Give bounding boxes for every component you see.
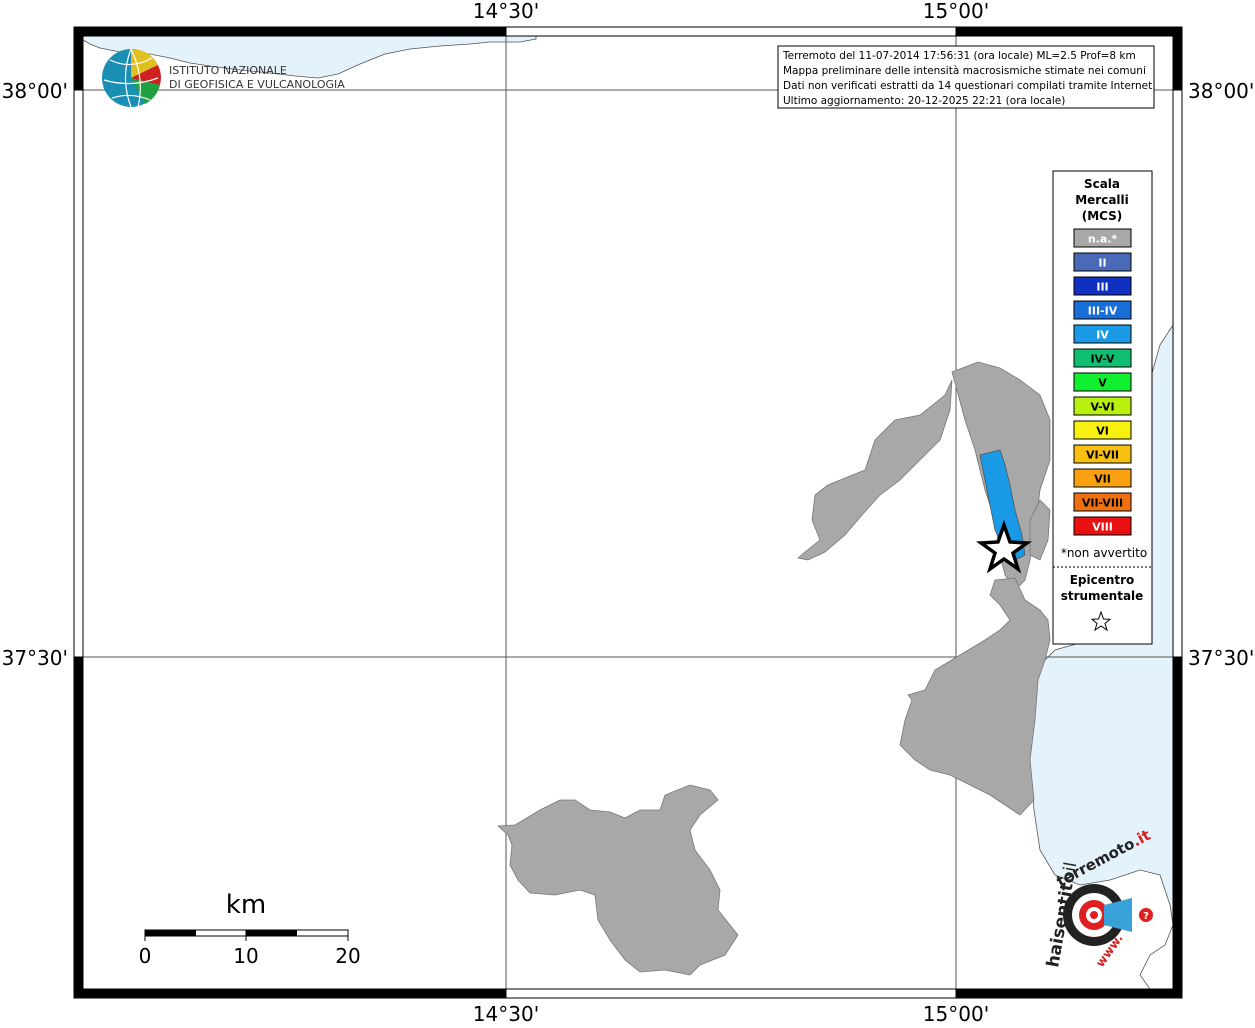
logo-line2: DI GEOFISICA E VULCANOLOGIA — [169, 78, 345, 91]
axis-label-left-1: 38°00' — [2, 79, 68, 103]
legend-title-3: (MCS) — [1082, 209, 1123, 223]
scale-tick-20: 20 — [335, 944, 360, 968]
legend-footnote: *non avvertito — [1061, 546, 1147, 560]
legend-title-1: Scala — [1084, 177, 1120, 191]
legend-swatch-label: VI-VII — [1086, 449, 1119, 462]
legend-title-2: Mercalli — [1075, 193, 1129, 207]
legend-swatch-label: VIII — [1092, 521, 1113, 534]
axis-label-top-2: 15°00' — [923, 0, 989, 23]
legend: Scala Mercalli (MCS) n.a.*IIIIIIII-IVIVI… — [1052, 170, 1153, 645]
axis-label-bottom-2: 15°00' — [923, 1002, 989, 1024]
axis-label-top-1: 14°30' — [473, 0, 539, 23]
logo-line1: ISTITUTO NAZIONALE — [169, 64, 287, 77]
legend-swatch-label: VI — [1096, 425, 1109, 438]
info-box: Terremoto del 11-07-2014 17:56:31 (ora l… — [777, 45, 1156, 109]
legend-swatch-label: III — [1096, 281, 1108, 294]
info-line3: Dati non verificati estratti da 14 quest… — [783, 80, 1156, 92]
info-line1: Terremoto del 11-07-2014 17:56:31 (ora l… — [782, 50, 1136, 62]
legend-swatch-label: IV-V — [1090, 353, 1115, 366]
legend-epicenter-1: Epicentro — [1070, 573, 1135, 587]
legend-epicenter-2: strumentale — [1061, 589, 1144, 603]
scale-tick-0: 0 — [139, 944, 152, 968]
scale-tick-10: 10 — [233, 944, 258, 968]
axis-label-right-1: 38°00' — [1188, 79, 1254, 103]
legend-swatch-label: VII — [1094, 473, 1111, 486]
axis-label-right-2: 37°30' — [1188, 646, 1254, 670]
legend-swatch-label: III-IV — [1088, 305, 1118, 318]
legend-swatch-label: V-VI — [1090, 401, 1114, 414]
legend-swatch-label: IV — [1096, 329, 1109, 342]
legend-swatch-label: II — [1098, 257, 1106, 270]
legend-swatch-label: n.a.* — [1088, 233, 1118, 246]
svg-text:?: ? — [1143, 911, 1149, 922]
axis-label-left-2: 37°30' — [2, 646, 68, 670]
macroseismic-map: 14°30' 15°00' 14°30' 15°00' 38°00' 37°30… — [2, 0, 1255, 1026]
info-line4: Ultimo aggiornamento: 20-12-2025 22:21 (… — [783, 95, 1065, 107]
legend-swatch-label: V — [1098, 377, 1107, 390]
info-line2: Mappa preliminare delle intensità macros… — [783, 65, 1146, 77]
axis-label-bottom-1: 14°30' — [473, 1002, 539, 1024]
legend-swatch-label: VII-VIII — [1082, 497, 1123, 510]
scale-unit: km — [226, 890, 266, 920]
